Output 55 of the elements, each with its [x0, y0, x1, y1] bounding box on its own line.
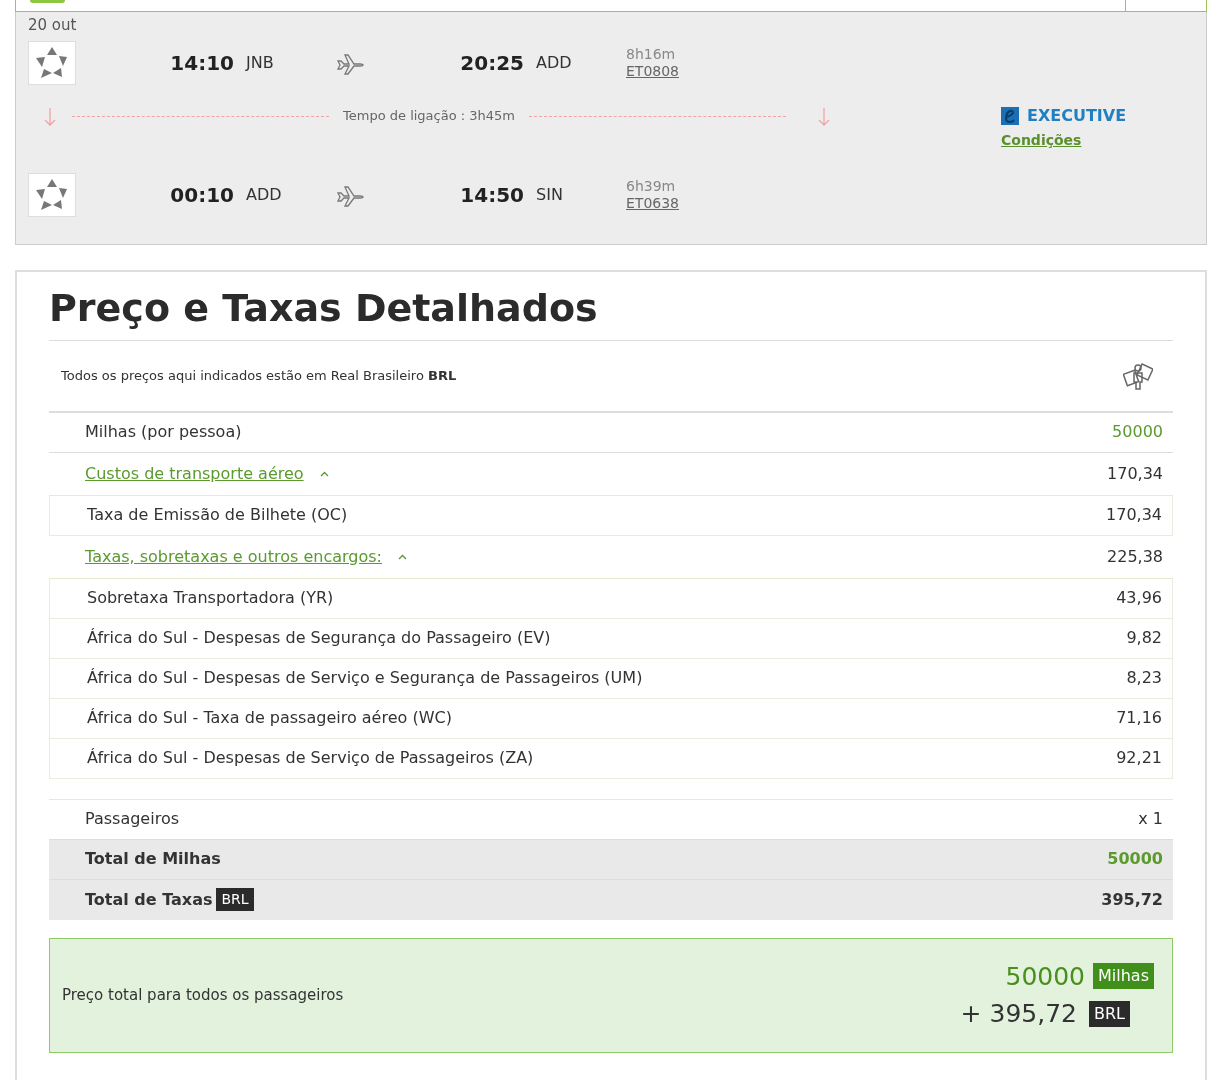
fee-amount: 71,16 [1116, 707, 1162, 730]
connection-time: Tempo de ligação : 3h45m [342, 107, 516, 126]
fee-label: África do Sul - Taxa de passageiro aéreo (WC) [87, 707, 452, 730]
currency-badge: BRL [1089, 1000, 1130, 1027]
fee-amount: 8,23 [1126, 667, 1162, 690]
passengers-count: x 1 [1138, 808, 1163, 831]
total-miles-value: 50000 [1107, 848, 1163, 871]
total-taxes-value: 395,72 [1101, 888, 1163, 911]
airplane-icon [336, 52, 364, 75]
miles-value: 50000 [1112, 421, 1163, 444]
flight-date: 20 out [28, 15, 78, 36]
total-miles-amount: 50000 [1005, 960, 1085, 993]
currency-badge: BRL [216, 888, 254, 912]
flight-number-link[interactable]: ET0638 [626, 195, 680, 213]
fee-label: Taxa de Emissão de Bilhete (OC) [87, 504, 348, 527]
total-taxes-label: Total de Taxas [85, 888, 213, 911]
fee-amount: 92,21 [1116, 747, 1162, 770]
total-taxes-amount: + 395,72 [960, 998, 1077, 1031]
tab-indicator [30, 0, 65, 3]
down-arrow-icon [818, 106, 830, 127]
arrival-time: 20:25 [459, 50, 525, 77]
arrival-time: 14:50 [459, 182, 525, 209]
fee-group-toggle-link[interactable]: Custos de transporte aéreo [85, 461, 304, 486]
down-arrow-icon [44, 106, 56, 127]
departure-time: 14:10 [169, 50, 235, 77]
airport-code: SIN [536, 185, 563, 204]
passengers-label: Passageiros [85, 808, 179, 831]
airport-code: ADD [536, 53, 572, 72]
flight-number-link[interactable]: ET0808 [626, 63, 680, 81]
section-title: Preço e Taxas Detalhados [49, 286, 1173, 341]
flight-duration: 8h16m [626, 45, 676, 63]
cabin-class: EXECUTIVE [1027, 105, 1127, 127]
fee-label: África do Sul - Despesas de Segurança do Passageiro (EV) [87, 627, 551, 650]
airport-code: JNB [246, 53, 274, 72]
fee-group-toggle-link[interactable]: Taxas, sobretaxas e outros encargos: [85, 544, 382, 569]
flight-duration: 6h39m [626, 177, 676, 195]
fee-amount: 170,34 [1106, 504, 1162, 527]
total-miles-label: Total de Milhas [85, 848, 221, 871]
total-price-label: Preço total para todos os passageiros [62, 984, 344, 1006]
fee-amount: 225,38 [1107, 545, 1163, 568]
fee-label: África do Sul - Despesas de Serviço e Segurança de Passageiros (UM) [87, 667, 643, 690]
fee-amount: 43,96 [1116, 587, 1162, 610]
passengers-icon [1123, 361, 1153, 390]
fee-amount: 9,82 [1126, 627, 1162, 650]
fare-label: Milhas (por pessoa) [85, 421, 242, 444]
miles-unit-badge: Milhas [1093, 963, 1154, 990]
conditions-link[interactable]: Condições [1001, 130, 1082, 151]
airplane-icon [336, 184, 364, 207]
departure-time: 00:10 [169, 182, 235, 209]
cabin-class-icon [1001, 107, 1019, 125]
fee-label: África do Sul - Despesas de Serviço de Passageiros (ZA) [87, 747, 534, 770]
fee-amount: 170,34 [1107, 462, 1163, 485]
currency-note: Todos os preços aqui indicados estão em Real Brasileiro BRL [61, 366, 457, 385]
fee-label: Sobretaxa Transportadora (YR) [87, 587, 334, 610]
airport-code: ADD [246, 185, 282, 204]
